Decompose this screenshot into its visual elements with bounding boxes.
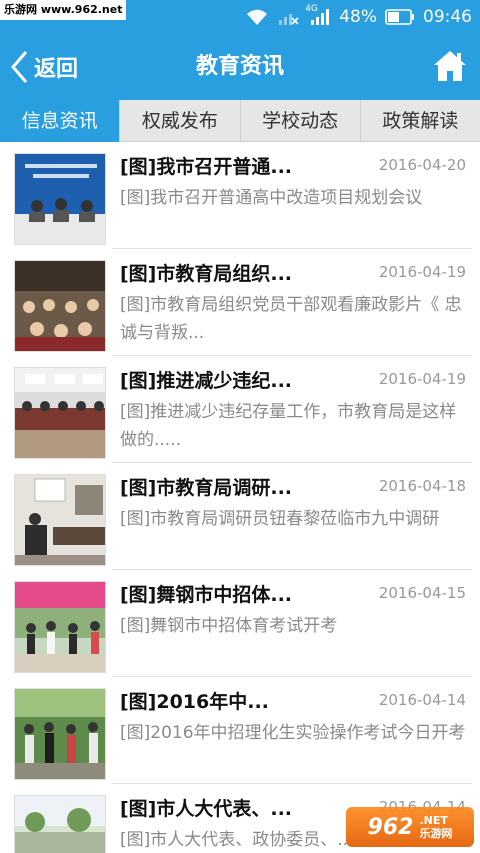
news-list: [图]我市召开普通... 2016-04-20 [图]我市召开普通高中改造项目规… [0, 142, 480, 853]
tab-official-release[interactable]: 权威发布 [120, 100, 241, 142]
news-title: [图]2016年中... [120, 691, 269, 713]
news-date: 2016-04-19 [378, 263, 466, 281]
news-item[interactable]: [图]市教育局调研... 2016-04-18 [图]市教育局调研员钮春黎莅临市… [0, 463, 480, 570]
news-title: [图]舞钢市中招体... [120, 584, 293, 606]
news-date: 2016-04-14 [378, 691, 466, 709]
news-title: [图]推进减少违纪... [120, 370, 293, 392]
tab-info[interactable]: 信息资讯 [0, 100, 121, 142]
news-thumbnail [14, 795, 106, 853]
news-summary: [图]市教育局调研员钮春黎莅临市九中调研 [120, 509, 440, 529]
news-item[interactable]: [图]舞钢市中招体... 2016-04-15 [图]舞钢市中招体育考试开考 [0, 570, 480, 677]
news-summary: [图]我市召开普通高中改造项目规划会议 [120, 188, 423, 208]
news-date: 2016-04-15 [378, 584, 466, 602]
watermark-site-domain: .NET [419, 814, 448, 827]
watermark-site: .NET 乐游网 [419, 814, 452, 840]
network-type: 4G [305, 4, 318, 14]
wifi-icon [245, 8, 269, 26]
home-icon[interactable] [432, 48, 468, 84]
battery-icon [385, 9, 415, 25]
news-item[interactable]: [图]2016年中... 2016-04-14 [图]2016年中招理化生实验操… [0, 677, 480, 784]
battery-percent: 48% [339, 7, 377, 27]
back-label: 返回 [34, 57, 79, 82]
news-thumbnail [14, 260, 106, 352]
news-item[interactable]: [图]我市召开普通... 2016-04-20 [图]我市召开普通高中改造项目规… [0, 142, 480, 249]
status-icons: 4G 48% 09:46 [245, 0, 472, 34]
status-bar: 乐游网 www.962.net 4G 48% 09:46 [0, 0, 480, 34]
news-summary: [图]市教育局组织党员干部观看廉政影片《 忠诚与背叛... [120, 295, 462, 343]
news-thumbnail [14, 474, 106, 566]
news-title: [图]市教育局调研... [120, 477, 293, 499]
news-summary: [图]2016年中招理化生实验操作考试今日开考 [120, 723, 466, 743]
news-thumbnail [14, 153, 106, 245]
news-thumbnail [14, 581, 106, 673]
watermark-logo-text: 962 [367, 814, 414, 840]
news-date: 2016-04-20 [378, 156, 466, 174]
category-tabs: 信息资讯 权威发布 学校动态 政策解读 [0, 100, 480, 142]
nav-bar: 返回 教育资讯 [0, 34, 480, 100]
back-button[interactable]: 返回 [8, 46, 78, 88]
no-signal-icon [277, 8, 299, 26]
tab-policy[interactable]: 政策解读 [361, 100, 480, 142]
news-title: [图]我市召开普通... [120, 156, 293, 178]
news-thumbnail [14, 688, 106, 780]
chevron-left-icon [11, 51, 28, 83]
news-summary: [图]推进减少违纪存量工作，市教育局是这样做的..... [120, 402, 457, 450]
news-date: 2016-04-18 [378, 477, 466, 495]
watermark-top: 乐游网 www.962.net [0, 0, 127, 20]
news-thumbnail [14, 367, 106, 459]
clock: 09:46 [423, 7, 472, 27]
news-item[interactable]: [图]推进减少违纪... 2016-04-19 [图]推进减少违纪存量工作，市教… [0, 356, 480, 463]
news-title: [图]市人大代表、... [120, 798, 293, 820]
news-summary: [图]舞钢市中招体育考试开考 [120, 616, 338, 636]
signal-icon: 4G [305, 4, 331, 26]
watermark-logo: 962 .NET 乐游网 [346, 807, 474, 847]
watermark-site-name: 乐游网 [419, 827, 453, 840]
tab-school-news[interactable]: 学校动态 [241, 100, 361, 142]
news-title: [图]市教育局组织... [120, 263, 293, 285]
news-item[interactable]: [图]市教育局组织... 2016-04-19 [图]市教育局组织党员干部观看廉… [0, 249, 480, 356]
news-date: 2016-04-19 [378, 370, 466, 388]
